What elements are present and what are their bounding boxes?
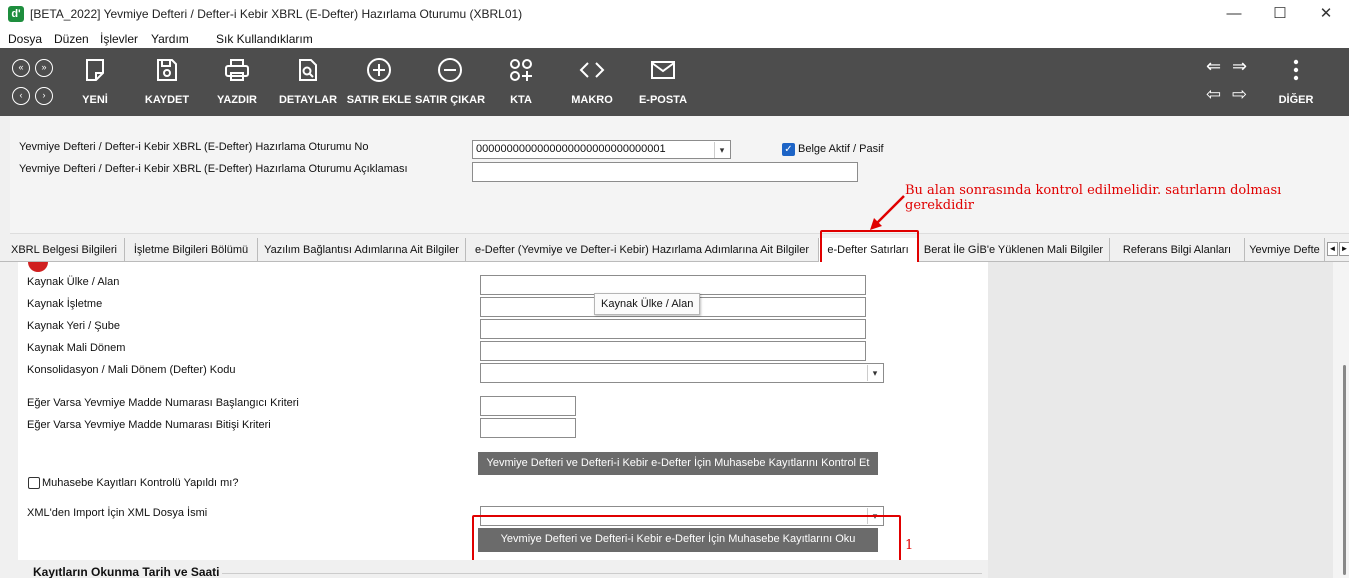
source-branch-label: Kaynak Yeri / Şube [27,320,120,332]
menu-sik-kullandiklarim[interactable]: Sık Kullandıklarım [216,32,313,46]
menu-islevler[interactable]: İşlevler [100,32,138,46]
more-vertical-icon [1293,59,1299,81]
add-row-icon [367,58,391,82]
session-no-value: 0000000000000000000000000000001 [476,143,666,155]
session-no-field[interactable]: 0000000000000000000000000000001 ▾ [472,140,731,159]
annotation-note: Bu alan sonrasında kontrol edilmelidir. … [905,183,1282,213]
vertical-scrollbar[interactable] [1333,262,1349,578]
annotation-number-1: 1 [905,538,914,553]
xml-file-label: XML'den Import İçin XML Dosya İsmi [27,507,208,519]
print-button[interactable]: YAZDIR [210,48,264,116]
add-row-button[interactable]: SATIR EKLE [346,48,412,116]
tab-berat-gib[interactable]: Berat İle GİB'e Yüklenen Mali Bilgiler [918,238,1110,262]
tooltip: Kaynak Ülke / Alan [594,293,701,315]
save-label: KAYDET [144,94,190,106]
close-button[interactable]: ✕ [1303,0,1349,29]
macro-code-icon [579,62,605,78]
left-margin [0,262,18,578]
consolidation-select[interactable]: ▾ [480,363,884,383]
minimize-button[interactable]: — [1211,0,1257,29]
tab-scroll-left-icon[interactable]: ◄ [1327,242,1338,256]
scrollbar-thumb[interactable] [1343,365,1346,575]
tab-scroll-right-icon[interactable]: ► [1339,242,1349,256]
remove-row-label: SATIR ÇIKAR [414,94,486,106]
scroll-last-icon[interactable]: ⇒ [1232,56,1247,77]
tab-edefter-hazirlama[interactable]: e-Defter (Yevmiye ve Defter-i Kebir) Haz… [466,238,819,262]
source-country-field[interactable] [480,275,866,295]
previous-record-icon[interactable]: ‹ [12,87,30,105]
check-records-button[interactable]: Yevmiye Defteri ve Defteri-i Kebir e-Def… [478,452,878,475]
macro-label: MAKRO [571,94,613,106]
active-label: Belge Aktif / Pasif [798,143,884,155]
remove-row-icon [438,58,462,82]
more-button[interactable]: DİĞER [1276,48,1316,116]
kta-icon [510,59,532,81]
details-icon [299,59,317,81]
email-label: E-POSTA [638,94,688,106]
next-record-icon[interactable]: › [35,87,53,105]
menu-yardim[interactable]: Yardım [151,32,189,46]
first-record-icon[interactable]: « [12,59,30,77]
details-button[interactable]: DETAYLAR [277,48,339,116]
tab-yevmiye-defteri[interactable]: Yevmiye Defte [1245,238,1325,262]
email-button[interactable]: E-POSTA [636,48,690,116]
end-entry-field[interactable] [480,418,576,438]
annotation-arrow-icon [870,195,905,230]
scroll-first-icon[interactable]: ⇐ [1206,56,1221,77]
source-country-label: Kaynak Ülke / Alan [27,276,120,288]
chevron-down-icon[interactable]: ▾ [714,142,729,158]
print-icon [225,59,249,81]
menu-dosya[interactable]: Dosya [8,32,42,46]
details-label: DETAYLAR [278,94,338,106]
section-divider [222,573,982,574]
window-title: [BETA_2022] Yevmiye Defteri / Defter-i K… [30,7,523,21]
save-icon [157,59,177,81]
app-logo-icon: d' [8,6,24,22]
tab-referans-bilgi[interactable]: Referans Bilgi Alanları [1110,238,1245,262]
right-empty-area [988,262,1333,578]
menu-bar: Dosya Düzen İşlevler Yardım Sık Kullandı… [0,29,1349,48]
source-period-label: Kaynak Mali Dönem [27,342,126,354]
more-label: DİĞER [1278,94,1314,106]
new-document-icon [86,59,104,81]
print-label: YAZDIR [217,94,257,106]
tab-xbrl-belgesi[interactable]: XBRL Belgesi Bilgileri [4,238,125,262]
menu-duzen[interactable]: Düzen [54,32,89,46]
records-checked-checkbox[interactable] [28,477,40,489]
maximize-button[interactable]: ☐ [1257,0,1303,29]
remove-row-button[interactable]: SATIR ÇIKAR [414,48,486,116]
last-record-icon[interactable]: » [35,59,53,77]
add-row-label: SATIR EKLE [346,94,412,106]
scroll-left-icon[interactable]: ⇦ [1206,84,1221,105]
source-branch-field[interactable] [480,319,866,339]
end-entry-label: Eğer Varsa Yevmiye Madde Numarası Bitişi… [27,419,271,431]
email-icon [651,61,675,79]
start-entry-field[interactable] [480,396,576,416]
source-period-field[interactable] [480,341,866,361]
tab-yazilim-baglantisi[interactable]: Yazılım Bağlantısı Adımlarına Ait Bilgil… [258,238,466,262]
session-no-label: Yevmiye Defteri / Defter-i Kebir XBRL (E… [19,141,369,153]
session-desc-field[interactable] [472,162,858,182]
new-button[interactable]: YENİ [70,48,120,116]
kta-button[interactable]: KTA [500,48,542,116]
section-title: Kayıtların Okunma Tarih ve Saati [33,565,220,578]
chevron-down-icon[interactable]: ▾ [867,365,882,381]
new-label: YENİ [82,94,108,106]
source-company-label: Kaynak İşletme [27,298,103,310]
tab-strip: XBRL Belgesi Bilgileri İşletme Bilgileri… [0,238,1349,262]
macro-button[interactable]: MAKRO [568,48,616,116]
records-checked-label: Muhasebe Kayıtları Kontrolü Yapıldı mı? [42,477,239,489]
save-button[interactable]: KAYDET [140,48,194,116]
active-checkbox[interactable]: ✓ [782,143,795,156]
consolidation-label: Konsolidasyon / Mali Dönem (Defter) Kodu [27,364,236,376]
kta-label: KTA [510,94,532,106]
toolbar: « » ‹ › YENİ KAYDET YAZDIR DETAYLAR SATI… [0,48,1349,116]
start-entry-label: Eğer Varsa Yevmiye Madde Numarası Başlan… [27,397,299,409]
scroll-right-icon[interactable]: ⇨ [1232,84,1247,105]
title-bar: d' [BETA_2022] Yevmiye Defteri / Defter-… [0,0,1349,29]
session-desc-label: Yevmiye Defteri / Defter-i Kebir XBRL (E… [19,163,408,175]
tab-isletme-bilgileri[interactable]: İşletme Bilgileri Bölümü [125,238,258,262]
